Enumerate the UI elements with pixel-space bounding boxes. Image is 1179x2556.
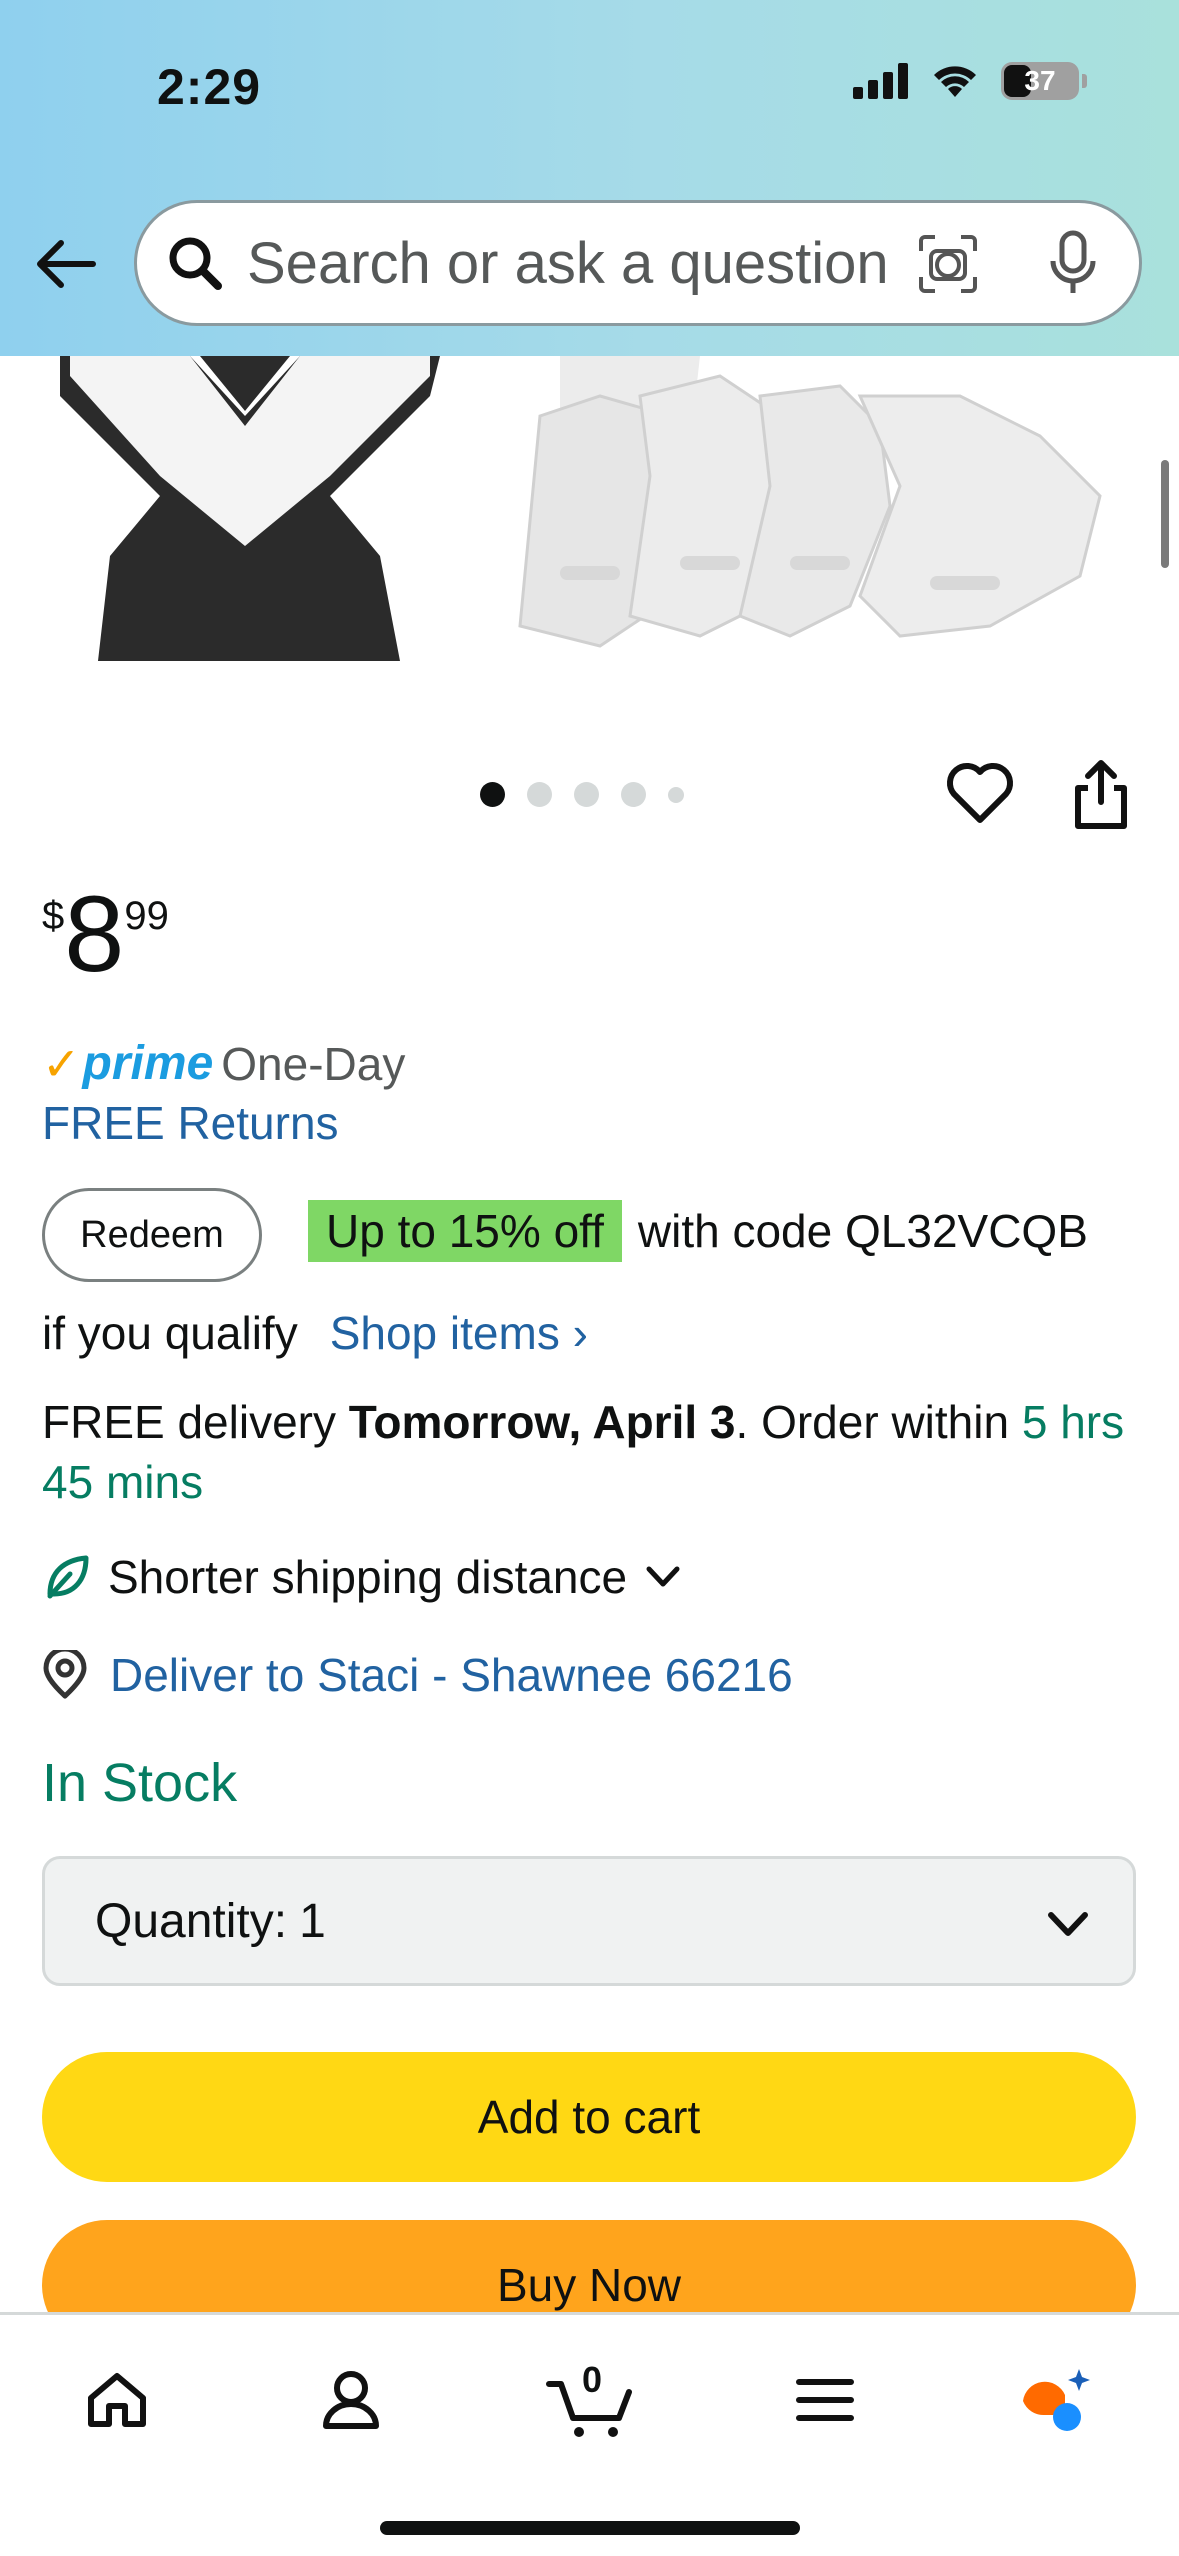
coupon-badge: Up to 15% off — [308, 1200, 622, 1262]
quantity-label: Quantity: — [95, 1894, 288, 1948]
delivery-prefix: FREE delivery — [42, 1396, 349, 1448]
quantity-value: 1 — [299, 1894, 326, 1948]
chevron-down-icon — [646, 1566, 680, 1587]
account-icon — [323, 2371, 379, 2429]
coupon-text: Up to 15% off with code QL32VCQB — [308, 1200, 1088, 1262]
battery-level: 37 — [1024, 65, 1056, 96]
free-returns-link[interactable]: FREE Returns — [42, 1096, 339, 1150]
coupon-code: with code QL32VCQB — [637, 1205, 1088, 1257]
prime-badge: ✓ prime One-Day — [42, 1036, 405, 1091]
product-image[interactable] — [0, 356, 1179, 686]
pagination-dot[interactable] — [480, 782, 505, 807]
menu-icon — [796, 2379, 854, 2421]
shipping-label: Shorter shipping distance — [108, 1551, 628, 1603]
home-indicator — [380, 2521, 800, 2535]
nav-home[interactable] — [72, 2355, 162, 2445]
shop-items-link[interactable]: Shop items › — [330, 1306, 588, 1360]
pagination-dot[interactable] — [621, 782, 646, 807]
status-icons: 37 — [853, 62, 1087, 100]
delivery-info: FREE delivery Tomorrow, April 3. Order w… — [42, 1392, 1152, 1512]
pagination-dot[interactable] — [527, 782, 552, 807]
nav-account[interactable] — [306, 2355, 396, 2445]
nav-menu[interactable] — [780, 2355, 870, 2445]
quantity-select[interactable]: Quantity: 1 — [42, 1856, 1136, 1986]
header: 2:29 37 Search or ask a question — [0, 0, 1179, 356]
search-icon — [165, 233, 225, 293]
nav-cart[interactable]: 0 — [540, 2355, 640, 2445]
bottom-nav: 0 — [0, 2312, 1179, 2556]
camera-lens-icon[interactable] — [917, 233, 979, 295]
deliver-to-link[interactable]: Deliver to Staci - Shawnee 66216 — [42, 1648, 793, 1702]
location-pin-icon — [43, 1650, 87, 1699]
search-input[interactable]: Search or ask a question — [134, 200, 1142, 326]
add-to-cart-button[interactable]: Add to cart — [42, 2052, 1136, 2182]
image-pagination[interactable] — [480, 782, 684, 807]
home-icon — [88, 2373, 146, 2427]
back-button[interactable] — [30, 228, 102, 300]
back-arrow-icon — [37, 240, 96, 288]
cart-count: 0 — [581, 2359, 603, 2400]
search-placeholder: Search or ask a question — [247, 230, 889, 296]
stock-status: In Stock — [42, 1753, 238, 1813]
redeem-button[interactable]: Redeem — [42, 1188, 262, 1282]
scroll-indicator[interactable] — [1161, 460, 1169, 568]
prime-logo: prime — [82, 1037, 214, 1090]
product-price: $ 8 99 — [42, 880, 169, 988]
wifi-icon — [934, 66, 976, 97]
price-fraction: 99 — [124, 894, 169, 938]
prime-check-icon: ✓ — [42, 1037, 81, 1090]
chevron-down-icon — [1048, 1912, 1088, 1936]
prime-one-day: One-Day — [221, 1037, 406, 1090]
signal-icon — [853, 63, 908, 99]
heart-icon[interactable] — [945, 762, 1015, 826]
share-icon[interactable] — [1070, 758, 1132, 830]
pagination-dot[interactable] — [574, 782, 599, 807]
price-currency: $ — [42, 894, 65, 938]
qualify-text: if you qualify — [42, 1307, 298, 1359]
shipping-distance-toggle[interactable]: Shorter shipping distance — [42, 1550, 683, 1604]
status-time: 2:29 — [157, 59, 262, 115]
rufus-icon — [1023, 2369, 1090, 2431]
delivery-date: Tomorrow, April 3 — [348, 1396, 736, 1448]
delivery-middle: . Order within — [735, 1396, 1022, 1448]
deliver-to-label: Deliver to Staci - Shawnee 66216 — [110, 1649, 793, 1701]
nav-rufus[interactable] — [1010, 2355, 1100, 2445]
pagination-dot[interactable] — [668, 786, 684, 803]
leaf-icon — [47, 1555, 89, 1599]
coupon-qualify: if you qualify Shop items › — [42, 1306, 588, 1360]
price-whole: 8 — [64, 873, 125, 994]
battery-icon: 37 — [1001, 62, 1087, 100]
mic-icon[interactable] — [1045, 229, 1101, 299]
